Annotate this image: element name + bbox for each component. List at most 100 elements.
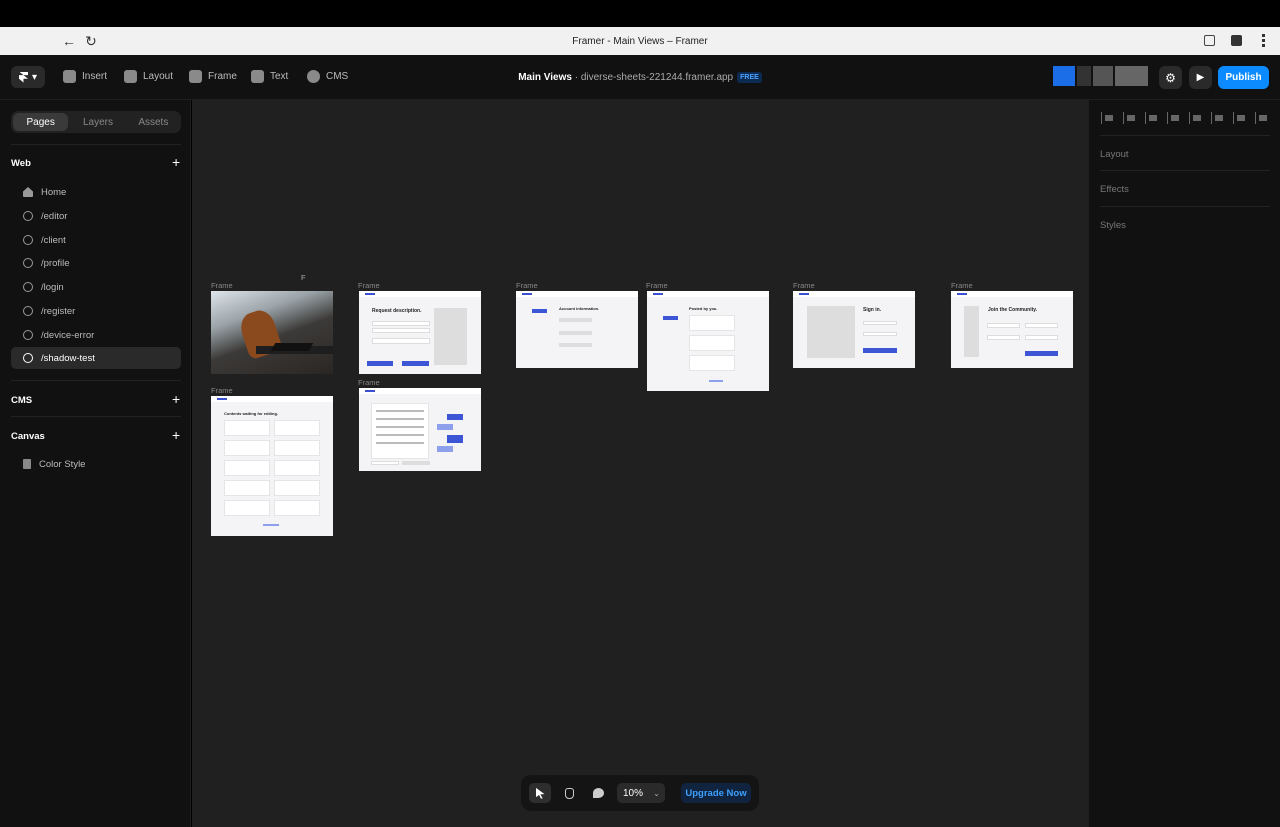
frame-tab: [532, 309, 547, 313]
browser-menu-icon[interactable]: [1262, 34, 1265, 47]
align-left-icon[interactable]: [1101, 112, 1115, 124]
frame-label[interactable]: Frame: [951, 281, 973, 290]
project-name: Main Views: [518, 72, 572, 83]
frame-posted[interactable]: Posted by you.: [647, 291, 769, 391]
thumbnail[interactable]: [1077, 66, 1091, 86]
frame-contents[interactable]: Contents waiting for editing.: [211, 396, 333, 536]
frame-image-placeholder: [964, 306, 979, 357]
add-canvas-button[interactable]: +: [172, 427, 180, 443]
comment-tool-button[interactable]: [587, 783, 609, 803]
divider: [11, 144, 181, 145]
effects-section-heading[interactable]: Effects: [1100, 184, 1129, 195]
frame-label[interactable]: Frame: [358, 281, 380, 290]
align-middle-icon[interactable]: [1189, 112, 1203, 124]
upgrade-button[interactable]: Upgrade Now: [681, 783, 751, 803]
tab-assets[interactable]: Assets: [126, 111, 181, 133]
plan-badge: FREE: [737, 72, 762, 83]
title-separator: ·: [571, 72, 581, 83]
tab-pages[interactable]: Pages: [13, 113, 69, 131]
frame-navbar: [793, 291, 915, 297]
right-panel: Layout Effects Styles: [1088, 100, 1280, 827]
frame-button: [402, 461, 430, 465]
globe-icon: [23, 258, 33, 268]
sidebar-item-label: /client: [41, 234, 66, 246]
chevron-down-icon: ⌄: [653, 788, 660, 798]
frame-label[interactable]: Frame: [211, 386, 233, 395]
cms-heading: CMS: [11, 395, 33, 406]
add-collection-button[interactable]: +: [172, 391, 180, 407]
frame-label[interactable]: Frame: [793, 281, 815, 290]
thumbnail[interactable]: [1093, 66, 1113, 86]
styles-section-heading[interactable]: Styles: [1100, 220, 1126, 231]
frame-label[interactable]: Frame: [358, 378, 380, 387]
frame-photo[interactable]: [211, 291, 333, 374]
load-more-link: [263, 524, 279, 526]
alignment-toolbar: [1101, 112, 1269, 124]
frame-title: Contents waiting for editing.: [224, 411, 278, 416]
sidebar-item-home[interactable]: Home: [11, 181, 181, 203]
frame-signin[interactable]: Sign in.: [793, 291, 915, 368]
sidebar-item-label: /profile: [41, 257, 70, 269]
browser-tab-title: Framer - Main Views – Framer: [572, 36, 708, 47]
zoom-select[interactable]: 10% ⌄: [617, 783, 665, 803]
frame-navbar: [647, 291, 769, 297]
frame-title: Sign in.: [863, 307, 882, 313]
frame-label[interactable]: Frame: [516, 281, 538, 290]
add-page-button[interactable]: +: [172, 154, 180, 170]
divider: [1100, 206, 1270, 207]
divider: [11, 380, 181, 381]
distribute-vertical-icon[interactable]: [1255, 112, 1269, 124]
content-card: [224, 500, 270, 516]
align-right-icon[interactable]: [1145, 112, 1159, 124]
web-heading: Web: [11, 158, 31, 169]
sidebar-item-editor[interactable]: /editor: [11, 205, 181, 227]
document-icon: [23, 459, 31, 469]
select-tool-button[interactable]: [529, 783, 551, 803]
extensions-icon[interactable]: [1231, 35, 1242, 46]
settings-button[interactable]: ⚙: [1159, 66, 1182, 89]
frame-button: [863, 348, 897, 353]
preview-button[interactable]: ▶: [1189, 66, 1212, 89]
translate-icon[interactable]: [1204, 35, 1215, 46]
content-card: [274, 480, 320, 496]
sidebar-item-client[interactable]: /client: [11, 229, 181, 251]
frame-account[interactable]: Account information.: [516, 291, 638, 368]
distribute-horizontal-icon[interactable]: [1233, 112, 1247, 124]
sidebar-item-label: /shadow-test: [41, 352, 95, 364]
frame-label[interactable]: Frame: [646, 281, 668, 290]
content-card: [224, 440, 270, 456]
content-card: [224, 480, 270, 496]
sidebar-item-device-error[interactable]: /device-error: [11, 324, 181, 346]
frame-label[interactable]: Frame: [211, 281, 233, 290]
divider: [1100, 135, 1270, 136]
publish-button[interactable]: Publish: [1218, 66, 1269, 89]
chat-bubble: [447, 414, 463, 420]
collaborator-thumbnails[interactable]: [1053, 66, 1148, 86]
sidebar-item-color-style[interactable]: Color Style: [11, 453, 181, 475]
keyboard-image: [270, 343, 314, 351]
thumbnail[interactable]: [1115, 66, 1148, 86]
globe-icon: [23, 211, 33, 221]
tab-layers[interactable]: Layers: [70, 111, 125, 133]
sidebar-item-login[interactable]: /login: [11, 276, 181, 298]
thumbnail[interactable]: [1053, 66, 1075, 86]
chat-bubble: [447, 435, 463, 443]
hand-tool-button[interactable]: [558, 783, 580, 803]
globe-icon: [23, 306, 33, 316]
align-top-icon[interactable]: [1167, 112, 1181, 124]
frame-request[interactable]: Request description.: [359, 291, 481, 374]
content-card: [224, 460, 270, 476]
layout-section-heading[interactable]: Layout: [1100, 149, 1129, 160]
globe-icon: [23, 353, 33, 363]
frame-join[interactable]: Join the Community.: [951, 291, 1073, 368]
sidebar-item-profile[interactable]: /profile: [11, 252, 181, 274]
sidebar-tabs: Pages Layers Assets: [11, 111, 181, 133]
content-card: [274, 440, 320, 456]
sidebar-item-register[interactable]: /register: [11, 300, 181, 322]
frame-chat[interactable]: [359, 388, 481, 471]
align-center-icon[interactable]: [1123, 112, 1137, 124]
align-bottom-icon[interactable]: [1211, 112, 1225, 124]
frame-field: [987, 323, 1020, 328]
sidebar-item-shadow-test[interactable]: /shadow-test: [11, 347, 181, 369]
frame-field: [372, 338, 430, 344]
